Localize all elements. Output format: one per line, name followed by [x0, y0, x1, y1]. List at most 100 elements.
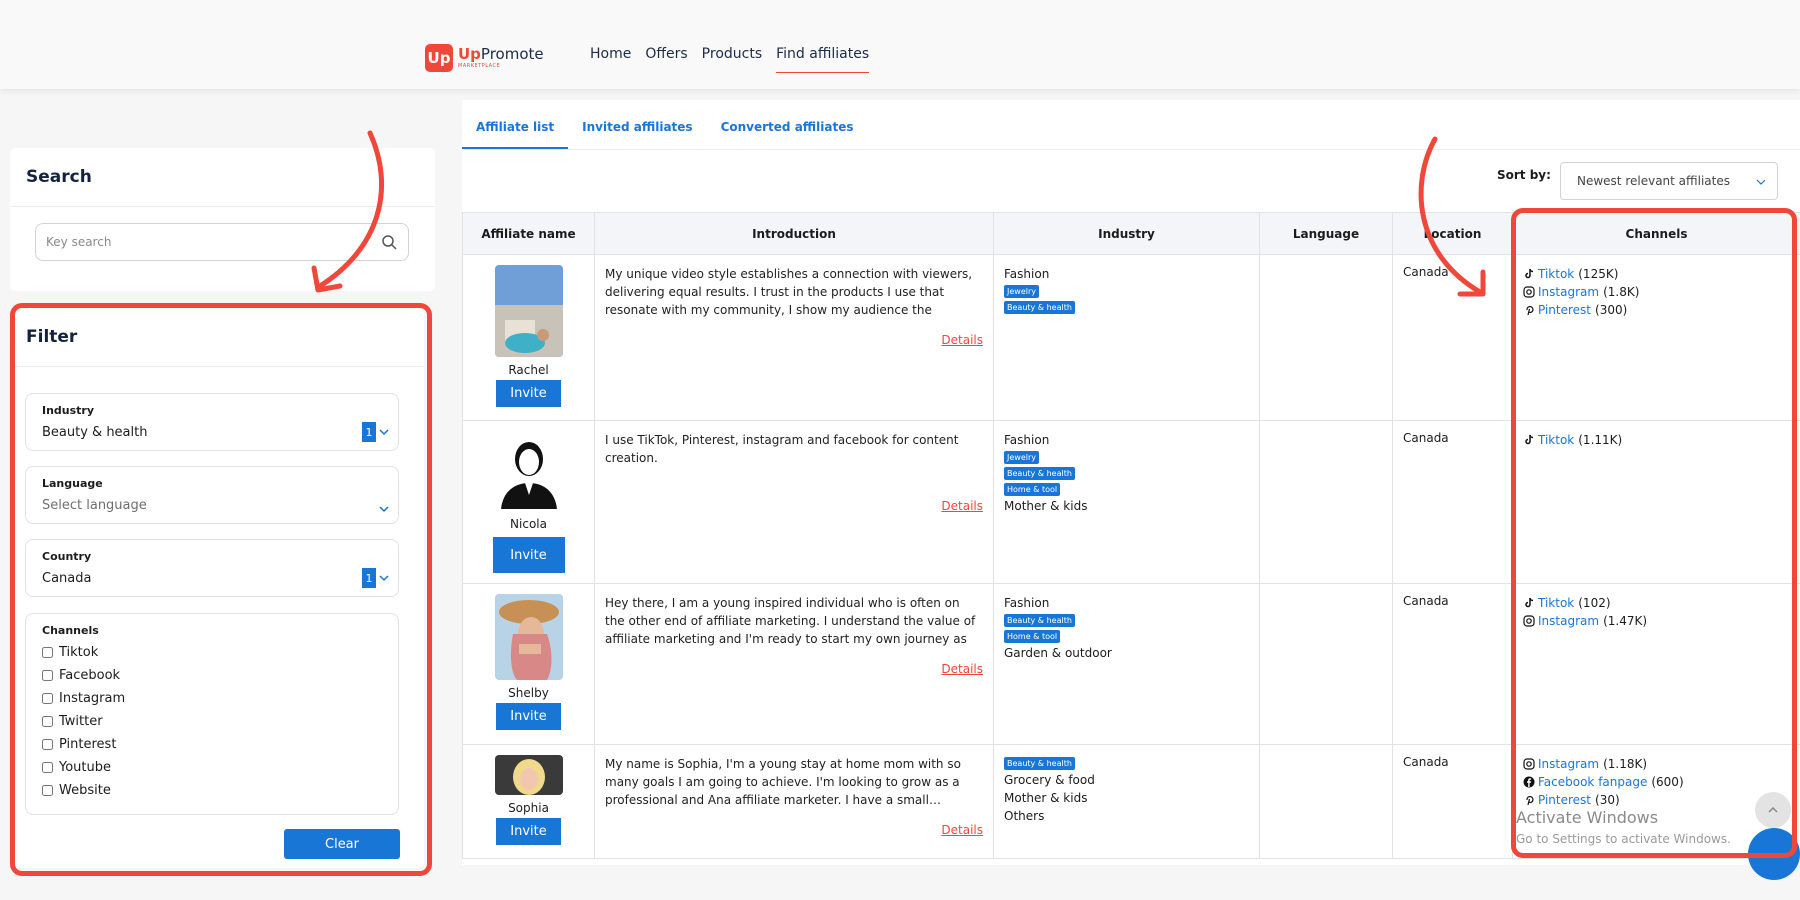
industry-text: Garden & outdoor	[1004, 646, 1112, 660]
tab-affiliate-list[interactable]: Affiliate list	[462, 100, 569, 149]
channel-option-tiktok[interactable]: Tiktok	[42, 645, 382, 660]
channel-checkbox[interactable]	[42, 739, 53, 750]
channel-checkbox[interactable]	[42, 785, 53, 796]
header-affiliate-name: Affiliate name	[462, 212, 595, 255]
industry-text: Mother & kids	[1004, 791, 1088, 805]
industry-text: Fashion	[1004, 596, 1050, 610]
instagram-icon	[1523, 286, 1535, 298]
tab-converted-affiliates[interactable]: Converted affiliates	[707, 100, 868, 149]
industry-filter[interactable]: Industry Beauty & health 1	[25, 393, 399, 451]
channel-option-instagram[interactable]: Instagram	[42, 691, 382, 706]
sort-value: Newest relevant affiliates	[1577, 174, 1730, 188]
arrow-annotation-icon	[311, 130, 385, 293]
channel-option-label: Youtube	[59, 760, 111, 775]
language-cell	[1259, 254, 1393, 421]
table-row: Rachel Invite My unique video style esta…	[462, 254, 1800, 421]
clear-button[interactable]: Clear	[284, 829, 400, 859]
channel-checkbox[interactable]	[42, 670, 53, 681]
channel-option-twitter[interactable]: Twitter	[42, 714, 382, 729]
industry-text: Others	[1004, 809, 1045, 823]
language-placeholder: Select language	[42, 498, 147, 513]
channel-entry: Tiktok (102)	[1523, 594, 1790, 612]
industry-cell: Fashion Jewelry Beauty & health Home & t…	[993, 420, 1260, 584]
country-filter[interactable]: Country Canada 1	[25, 539, 399, 597]
channel-checkbox[interactable]	[42, 647, 53, 658]
scroll-top-button[interactable]	[1755, 792, 1791, 828]
header-introduction: Introduction	[594, 212, 994, 255]
header-industry: Industry	[993, 212, 1260, 255]
pinterest-icon	[1526, 305, 1534, 316]
channel-link[interactable]: Instagram	[1538, 755, 1599, 773]
channel-link[interactable]: Facebook fanpage	[1538, 773, 1647, 791]
instagram-icon	[1523, 615, 1535, 627]
industry-text: Mother & kids	[1004, 499, 1088, 513]
industry-value: Beauty & health	[42, 425, 148, 440]
arrow-annotation-icon	[1418, 136, 1486, 297]
channel-count: (600)	[1651, 775, 1684, 789]
channel-link[interactable]: Tiktok	[1538, 265, 1574, 283]
channel-count: (300)	[1595, 303, 1628, 317]
nav-find-affiliates[interactable]: Find affiliates	[776, 46, 870, 73]
chat-icon[interactable]	[1748, 828, 1800, 880]
facebook-icon	[1523, 776, 1535, 788]
intro-text: My unique video style establishes a conn…	[605, 267, 973, 317]
tab-invited-affiliates[interactable]: Invited affiliates	[568, 100, 706, 149]
channel-link[interactable]: Instagram	[1538, 612, 1599, 630]
location-cell: Canada	[1392, 583, 1513, 745]
country-count-badge: 1	[362, 568, 376, 588]
industry-cell: Fashion Beauty & health Home & tool Gard…	[993, 583, 1260, 745]
nav-products[interactable]: Products	[702, 46, 762, 73]
channel-entry: Pinterest (300)	[1523, 301, 1790, 319]
details-link[interactable]: Details	[605, 499, 983, 513]
channel-option-website[interactable]: Website	[42, 783, 382, 798]
intro-cell: I use TikTok, Pinterest, instagram and f…	[594, 420, 994, 584]
logo-name: UpPromote	[458, 47, 544, 62]
windows-watermark-title: Activate Windows	[1516, 808, 1659, 827]
channel-link[interactable]: Tiktok	[1538, 594, 1574, 612]
channel-checkbox[interactable]	[42, 716, 53, 727]
intro-text: Hey there, I am a young inspired individ…	[605, 596, 976, 646]
avatar	[494, 755, 563, 795]
intro-text: My name is Sophia, I'm a young stay at h…	[605, 757, 961, 807]
channel-entry: Pinterest (30)	[1523, 791, 1790, 809]
nav-home[interactable]: Home	[590, 46, 631, 73]
industry-tag: Beauty & health	[1004, 467, 1075, 480]
details-link[interactable]: Details	[605, 662, 983, 676]
industry-tag: Jewelry	[1004, 451, 1039, 464]
channel-link[interactable]: Instagram	[1538, 283, 1599, 301]
main-nav: Home Offers Products Find affiliates	[590, 46, 870, 73]
channel-link[interactable]: Pinterest	[1538, 791, 1591, 809]
channel-count: (1.18K)	[1603, 757, 1648, 771]
avatar	[494, 431, 563, 511]
pinterest-icon	[1526, 795, 1534, 806]
affiliate-cell: Shelby Invite	[462, 583, 595, 745]
details-link[interactable]: Details	[605, 333, 983, 347]
chevron-down-icon	[379, 575, 389, 582]
channel-checkbox[interactable]	[42, 693, 53, 704]
invite-button[interactable]: Invite	[496, 703, 561, 730]
industry-cell: Beauty & health Grocery & food Mother & …	[993, 744, 1260, 859]
invite-button[interactable]: Invite	[492, 537, 565, 573]
invite-button[interactable]: Invite	[496, 380, 561, 407]
channel-entry: Instagram (1.47K)	[1523, 612, 1790, 630]
channel-option-label: Instagram	[59, 691, 126, 706]
channel-option-label: Website	[59, 783, 111, 798]
uppromote-logo[interactable]: Up UpPromote MARKETPLACE	[425, 44, 544, 72]
intro-cell: My name is Sophia, I'm a young stay at h…	[594, 744, 994, 859]
channel-link[interactable]: Tiktok	[1538, 431, 1574, 449]
channel-option-youtube[interactable]: Youtube	[42, 760, 382, 775]
channel-count: (102)	[1578, 596, 1611, 610]
channel-option-facebook[interactable]: Facebook	[42, 668, 382, 683]
channel-option-pinterest[interactable]: Pinterest	[42, 737, 382, 752]
details-link[interactable]: Details	[605, 823, 983, 837]
industry-label: Industry	[42, 404, 95, 417]
windows-watermark-subtitle: Go to Settings to activate Windows.	[1516, 832, 1731, 846]
channels-label: Channels	[42, 624, 99, 637]
sort-select[interactable]: Newest relevant affiliates	[1560, 162, 1778, 200]
language-filter[interactable]: Language Select language	[25, 466, 399, 524]
nav-offers[interactable]: Offers	[645, 46, 687, 73]
channel-link[interactable]: Pinterest	[1538, 301, 1591, 319]
channel-checkbox[interactable]	[42, 762, 53, 773]
channel-entry: Tiktok (125K)	[1523, 265, 1790, 283]
invite-button[interactable]: Invite	[496, 818, 561, 845]
